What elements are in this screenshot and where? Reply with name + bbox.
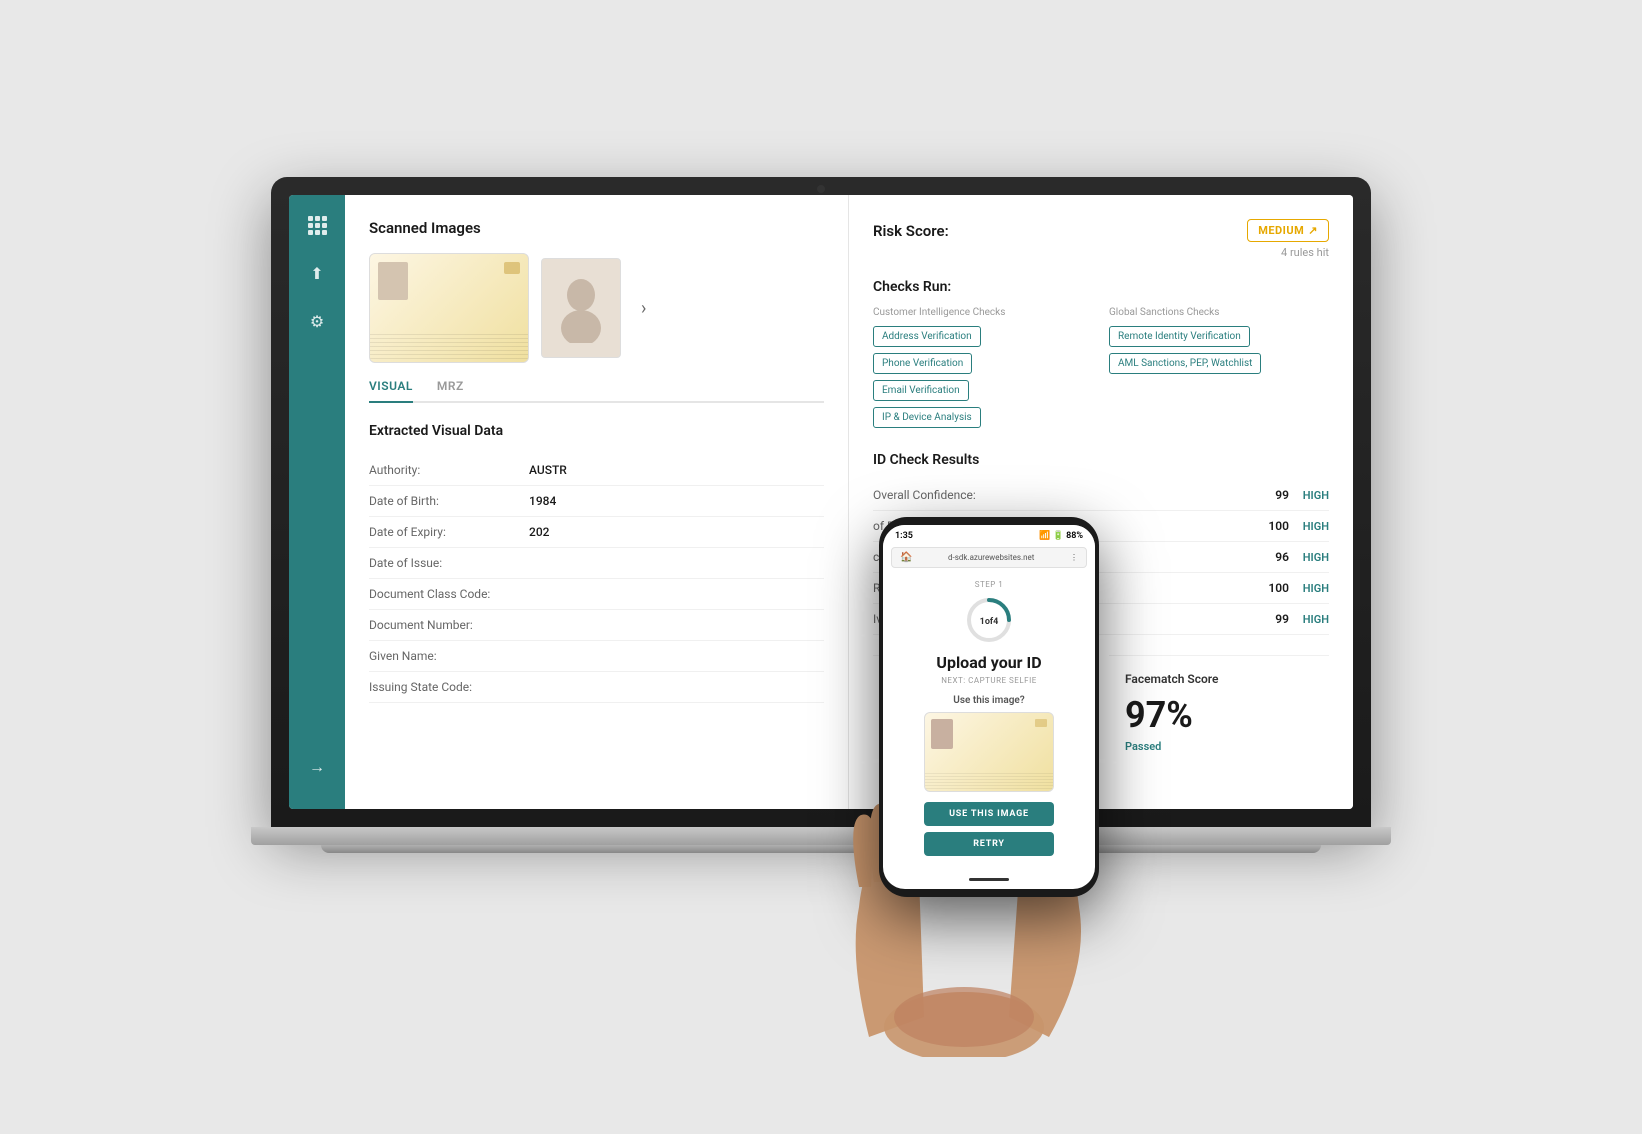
progress-circle: 1of4 <box>964 595 1014 645</box>
passport-preview-phone <box>924 712 1054 792</box>
facematch-score-label: Facematch Score <box>1125 672 1313 686</box>
customer-intelligence-label: Customer Intelligence Checks <box>873 307 1093 318</box>
risk-score-label: Risk Score: <box>873 222 949 240</box>
browser-back[interactable]: 🏠 <box>900 552 912 563</box>
share-icon[interactable]: ⬆ <box>303 259 331 287</box>
tabs-row: VISUAL MRZ <box>369 371 824 403</box>
laptop-base <box>251 827 1391 845</box>
tab-visual[interactable]: VISUAL <box>369 371 413 403</box>
phone-home-bar <box>883 873 1095 889</box>
step-label: STEP 1 <box>975 580 1004 589</box>
phone-time: 1:35 <box>895 531 913 541</box>
arrow-right-icon[interactable]: → <box>309 757 325 777</box>
browser-menu[interactable]: ⋮ <box>1070 553 1078 562</box>
check-phone: Phone Verification <box>873 353 972 374</box>
field-class-code: Document Class Code: <box>369 579 824 610</box>
field-dob: Date of Birth: 1984 <box>369 486 824 517</box>
camera <box>817 185 825 193</box>
check-address: Address Verification <box>873 326 981 347</box>
use-image-label: Use this image? <box>953 695 1024 706</box>
phone-battery: 📶 🔋 88% <box>1039 531 1083 541</box>
next-image-button[interactable]: › <box>633 290 654 327</box>
facematch-status: Passed <box>1125 740 1313 753</box>
laptop-screen: ⬆ ⚙ → Scanned Images <box>289 195 1353 809</box>
global-sanctions-col: Global Sanctions Checks Remote Identity … <box>1109 307 1329 428</box>
phone-url: d-sdk.azurewebsites.net <box>948 553 1034 562</box>
use-image-button[interactable]: USE THIS IMAGE <box>924 802 1054 826</box>
risk-score-row: Risk Score: MEDIUM ↗ <box>873 219 1329 242</box>
step-count-text: 1of4 <box>980 617 999 627</box>
phone-statusbar: 1:35 📶 🔋 88% <box>883 525 1095 547</box>
field-issuing-state: Issuing State Code: <box>369 672 824 703</box>
sanctions-checks-tags: Remote Identity Verification AML Sanctio… <box>1109 326 1329 374</box>
home-bar <box>969 878 1009 881</box>
laptop-foot <box>321 845 1321 853</box>
face-image <box>541 258 621 358</box>
settings-icon[interactable]: ⚙ <box>303 307 331 335</box>
check-remote-identity: Remote Identity Verification <box>1109 326 1250 347</box>
global-sanctions-label: Global Sanctions Checks <box>1109 307 1329 318</box>
phone-body: 1:35 📶 🔋 88% 🏠 d-sdk.azurewebsites.net ⋮… <box>879 517 1099 897</box>
phone-browser-bar: 🏠 d-sdk.azurewebsites.net ⋮ <box>891 547 1087 568</box>
field-doc-number: Document Number: <box>369 610 824 641</box>
facematch-score-card: Facematch Score 97% Passed <box>1109 655 1329 769</box>
phone-screen: 1:35 📶 🔋 88% 🏠 d-sdk.azurewebsites.net ⋮… <box>883 525 1095 889</box>
scanned-images-area: › <box>369 253 824 363</box>
grid-icon[interactable] <box>303 211 331 239</box>
tab-mrz[interactable]: MRZ <box>437 371 464 403</box>
phone-content: STEP 1 1of4 Upload your ID NEXT: CAPTURE… <box>883 568 1095 873</box>
checks-columns: Customer Intelligence Checks Address Ver… <box>873 307 1329 428</box>
upload-title: Upload your ID <box>936 653 1041 672</box>
facematch-score-value: 97% <box>1125 694 1313 736</box>
customer-intelligence-col: Customer Intelligence Checks Address Ver… <box>873 307 1093 428</box>
check-ip-device: IP & Device Analysis <box>873 407 981 428</box>
passport-image <box>369 253 529 363</box>
field-given-name: Given Name: <box>369 641 824 672</box>
extracted-visual-title: Extracted Visual Data <box>369 423 824 439</box>
sidebar: ⬆ ⚙ → <box>289 195 345 809</box>
field-authority: Authority: AUSTR <box>369 455 824 486</box>
laptop: ⬆ ⚙ → Scanned Images <box>271 177 1371 877</box>
retry-button[interactable]: RETRY <box>924 832 1054 856</box>
field-issue: Date of Issue: <box>369 548 824 579</box>
check-email: Email Verification <box>873 380 969 401</box>
rules-hit: 4 rules hit <box>873 246 1329 259</box>
scene: ⬆ ⚙ → Scanned Images <box>221 177 1421 957</box>
check-aml: AML Sanctions, PEP, Watchlist <box>1109 353 1261 374</box>
next-label: NEXT: CAPTURE SELFIE <box>941 676 1037 685</box>
left-panel: Scanned Images <box>345 195 849 809</box>
customer-checks-tags: Address Verification Phone Verification … <box>873 326 1093 428</box>
scanned-images-title: Scanned Images <box>369 219 824 237</box>
field-expiry: Date of Expiry: 202 <box>369 517 824 548</box>
phone-container: 1:35 📶 🔋 88% 🏠 d-sdk.azurewebsites.net ⋮… <box>849 457 1129 937</box>
checks-run-title: Checks Run: <box>873 279 1329 295</box>
laptop-bezel: ⬆ ⚙ → Scanned Images <box>271 177 1371 827</box>
risk-badge: MEDIUM ↗ <box>1247 219 1329 242</box>
